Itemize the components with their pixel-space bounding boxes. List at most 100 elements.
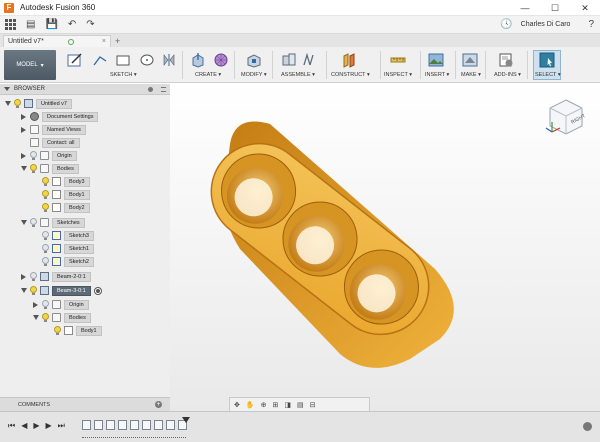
inspect-menu[interactable]: INSPECT ▾ — [384, 72, 412, 78]
visibility-bulb-icon[interactable] — [42, 231, 49, 240]
tree-node-bodies[interactable]: Bodies — [20, 162, 79, 175]
extrude-icon[interactable] — [190, 52, 206, 68]
maximize-button[interactable]: ☐ — [540, 0, 570, 16]
construct-menu[interactable]: CONSTRUCT ▾ — [331, 72, 370, 78]
activate-component-radio[interactable] — [93, 286, 102, 295]
visibility-bulb-icon[interactable] — [30, 272, 37, 281]
joint-icon[interactable] — [301, 52, 317, 68]
workspace-switcher-button[interactable]: MODEL ▾ — [4, 50, 56, 80]
timeline-play-icon[interactable]: ▶ — [33, 421, 39, 431]
comments-panel[interactable]: COMMENTS + — [0, 397, 170, 411]
tree-node-contact[interactable]: Contact: all — [30, 136, 80, 149]
tree-node-sketches[interactable]: Sketches — [20, 216, 85, 229]
expand-icon[interactable] — [32, 301, 39, 308]
insert-menu[interactable]: INSERT ▾ — [425, 72, 449, 78]
tree-node-sketch3[interactable]: Sketch3 — [42, 229, 94, 242]
fit-icon[interactable]: ⊞ — [272, 401, 278, 409]
tree-node-named-views[interactable]: Named Views — [20, 123, 86, 136]
display-settings-icon[interactable]: ◨ — [284, 401, 291, 409]
visibility-bulb-icon[interactable] — [42, 257, 49, 266]
timeline-last-icon[interactable]: ⏭ — [58, 421, 65, 431]
visibility-bulb-icon[interactable] — [42, 313, 49, 322]
file-menu-icon[interactable]: ▤ — [26, 19, 35, 30]
timeline-feature[interactable] — [82, 420, 91, 430]
tree-node-root[interactable]: Untitled v7 — [4, 97, 72, 110]
select-icon[interactable] — [539, 52, 555, 68]
tree-node-body2[interactable]: Body2 — [42, 201, 90, 214]
timeline-feature[interactable] — [118, 420, 127, 430]
help-icon[interactable]: ? — [588, 19, 594, 30]
close-tab-icon[interactable]: × — [102, 38, 106, 45]
addins-menu[interactable]: ADD-INS ▾ — [494, 72, 521, 78]
save-icon[interactable]: 💾 — [45, 19, 57, 30]
pan-icon[interactable]: ✋ — [246, 401, 255, 409]
tree-node-beam3-bodies[interactable]: Bodies — [32, 311, 91, 324]
create-sketch-icon[interactable] — [67, 52, 83, 68]
press-pull-icon[interactable] — [246, 52, 262, 68]
grid-settings-icon[interactable]: ▤ — [297, 401, 304, 409]
timeline-feature[interactable] — [154, 420, 163, 430]
tree-node-beam-2[interactable]: Beam-2-0:1 — [20, 270, 91, 283]
timeline-feature[interactable] — [94, 420, 103, 430]
visibility-bulb-icon[interactable] — [54, 326, 61, 335]
user-account-menu[interactable]: Charles Di Caro — [521, 21, 571, 28]
visibility-bulb-icon[interactable] — [42, 190, 49, 199]
timeline-settings-gear-icon[interactable] — [583, 422, 592, 431]
visibility-bulb-icon[interactable] — [30, 151, 37, 160]
job-status-clock-icon[interactable]: 🕓 — [500, 19, 512, 30]
expand-icon[interactable] — [20, 273, 27, 280]
timeline-feature[interactable] — [130, 420, 139, 430]
close-window-button[interactable]: ✕ — [570, 0, 600, 16]
assemble-menu[interactable]: ASSEMBLE ▾ — [281, 72, 315, 78]
timeline-next-icon[interactable]: ▶ — [46, 421, 52, 431]
visibility-bulb-icon[interactable] — [30, 218, 37, 227]
line-icon[interactable] — [92, 52, 108, 68]
expand-icon[interactable] — [20, 113, 27, 120]
tree-node-origin[interactable]: Origin — [20, 149, 77, 162]
timeline-marker[interactable] — [182, 417, 190, 423]
undo-icon[interactable]: ↶ — [68, 19, 76, 30]
canvas-viewport[interactable]: RIGHT — [170, 84, 600, 411]
expand-icon[interactable] — [20, 219, 27, 226]
tree-node-sketch1[interactable]: Sketch1 — [42, 242, 94, 255]
modify-menu[interactable]: MODIFY ▾ — [241, 72, 267, 78]
form-icon[interactable] — [213, 52, 229, 68]
tree-node-beam3-origin[interactable]: Origin — [32, 298, 89, 311]
timeline-feature[interactable] — [166, 420, 175, 430]
circle-icon[interactable] — [139, 52, 155, 68]
tree-node-beam3-body1[interactable]: Body1 — [54, 324, 102, 337]
zoom-icon[interactable]: ⊕ — [261, 401, 267, 409]
visibility-bulb-icon[interactable] — [42, 244, 49, 253]
tree-node-sketch2[interactable]: Sketch2 — [42, 255, 94, 268]
tree-node-document-settings[interactable]: Document Settings — [20, 110, 99, 123]
visibility-bulb-icon[interactable] — [14, 99, 21, 108]
expand-icon[interactable] — [20, 287, 27, 294]
3d-model-render[interactable] — [170, 84, 600, 411]
browser-header[interactable]: BROWSER — [0, 84, 170, 95]
data-panel-grid-icon[interactable] — [5, 19, 16, 30]
expand-icon[interactable] — [20, 126, 27, 133]
minimize-button[interactable]: — — [510, 0, 540, 16]
tree-node-body1[interactable]: Body1 — [42, 188, 90, 201]
collapse-browser-icon[interactable] — [4, 87, 10, 91]
measure-icon[interactable] — [390, 52, 406, 68]
timeline-previous-icon[interactable]: ◀ — [21, 421, 27, 431]
expand-icon[interactable] — [20, 152, 27, 159]
redo-icon[interactable]: ↷ — [86, 19, 94, 30]
new-component-icon[interactable] — [281, 52, 297, 68]
select-menu[interactable]: SELECT ▾ — [535, 72, 561, 78]
orbit-icon[interactable]: ✥ — [234, 401, 240, 409]
expand-icon[interactable] — [20, 165, 27, 172]
tree-node-body3[interactable]: Body3 — [42, 175, 90, 188]
expand-icon[interactable] — [32, 314, 39, 321]
viewcube[interactable]: RIGHT — [542, 94, 590, 142]
document-tab[interactable]: Untitled v7* × — [3, 35, 111, 47]
3d-print-icon[interactable] — [462, 52, 478, 68]
rectangle-icon[interactable] — [115, 52, 131, 68]
visibility-bulb-icon[interactable] — [30, 164, 37, 173]
make-menu[interactable]: MAKE ▾ — [461, 72, 481, 78]
visibility-bulb-icon[interactable] — [30, 286, 37, 295]
visibility-bulb-icon[interactable] — [42, 177, 49, 186]
timeline-feature[interactable] — [106, 420, 115, 430]
offset-plane-icon[interactable] — [341, 52, 357, 68]
